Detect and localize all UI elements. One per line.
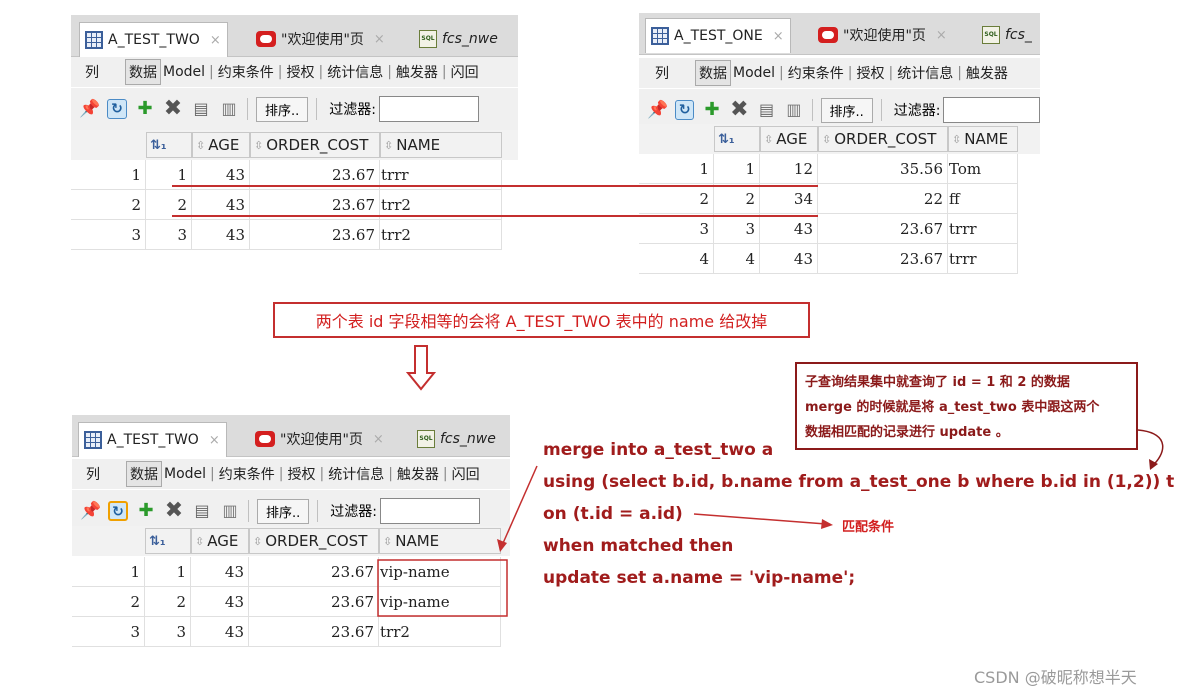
updated-names-highlight	[377, 559, 508, 617]
arrow-head-icon	[821, 519, 833, 529]
annotation-overlay	[172, 185, 1164, 617]
sql-arrow-line	[499, 465, 538, 551]
arrow-head-icon	[497, 539, 507, 552]
match-arrow-line	[693, 513, 827, 525]
down-arrow-icon	[405, 345, 437, 391]
